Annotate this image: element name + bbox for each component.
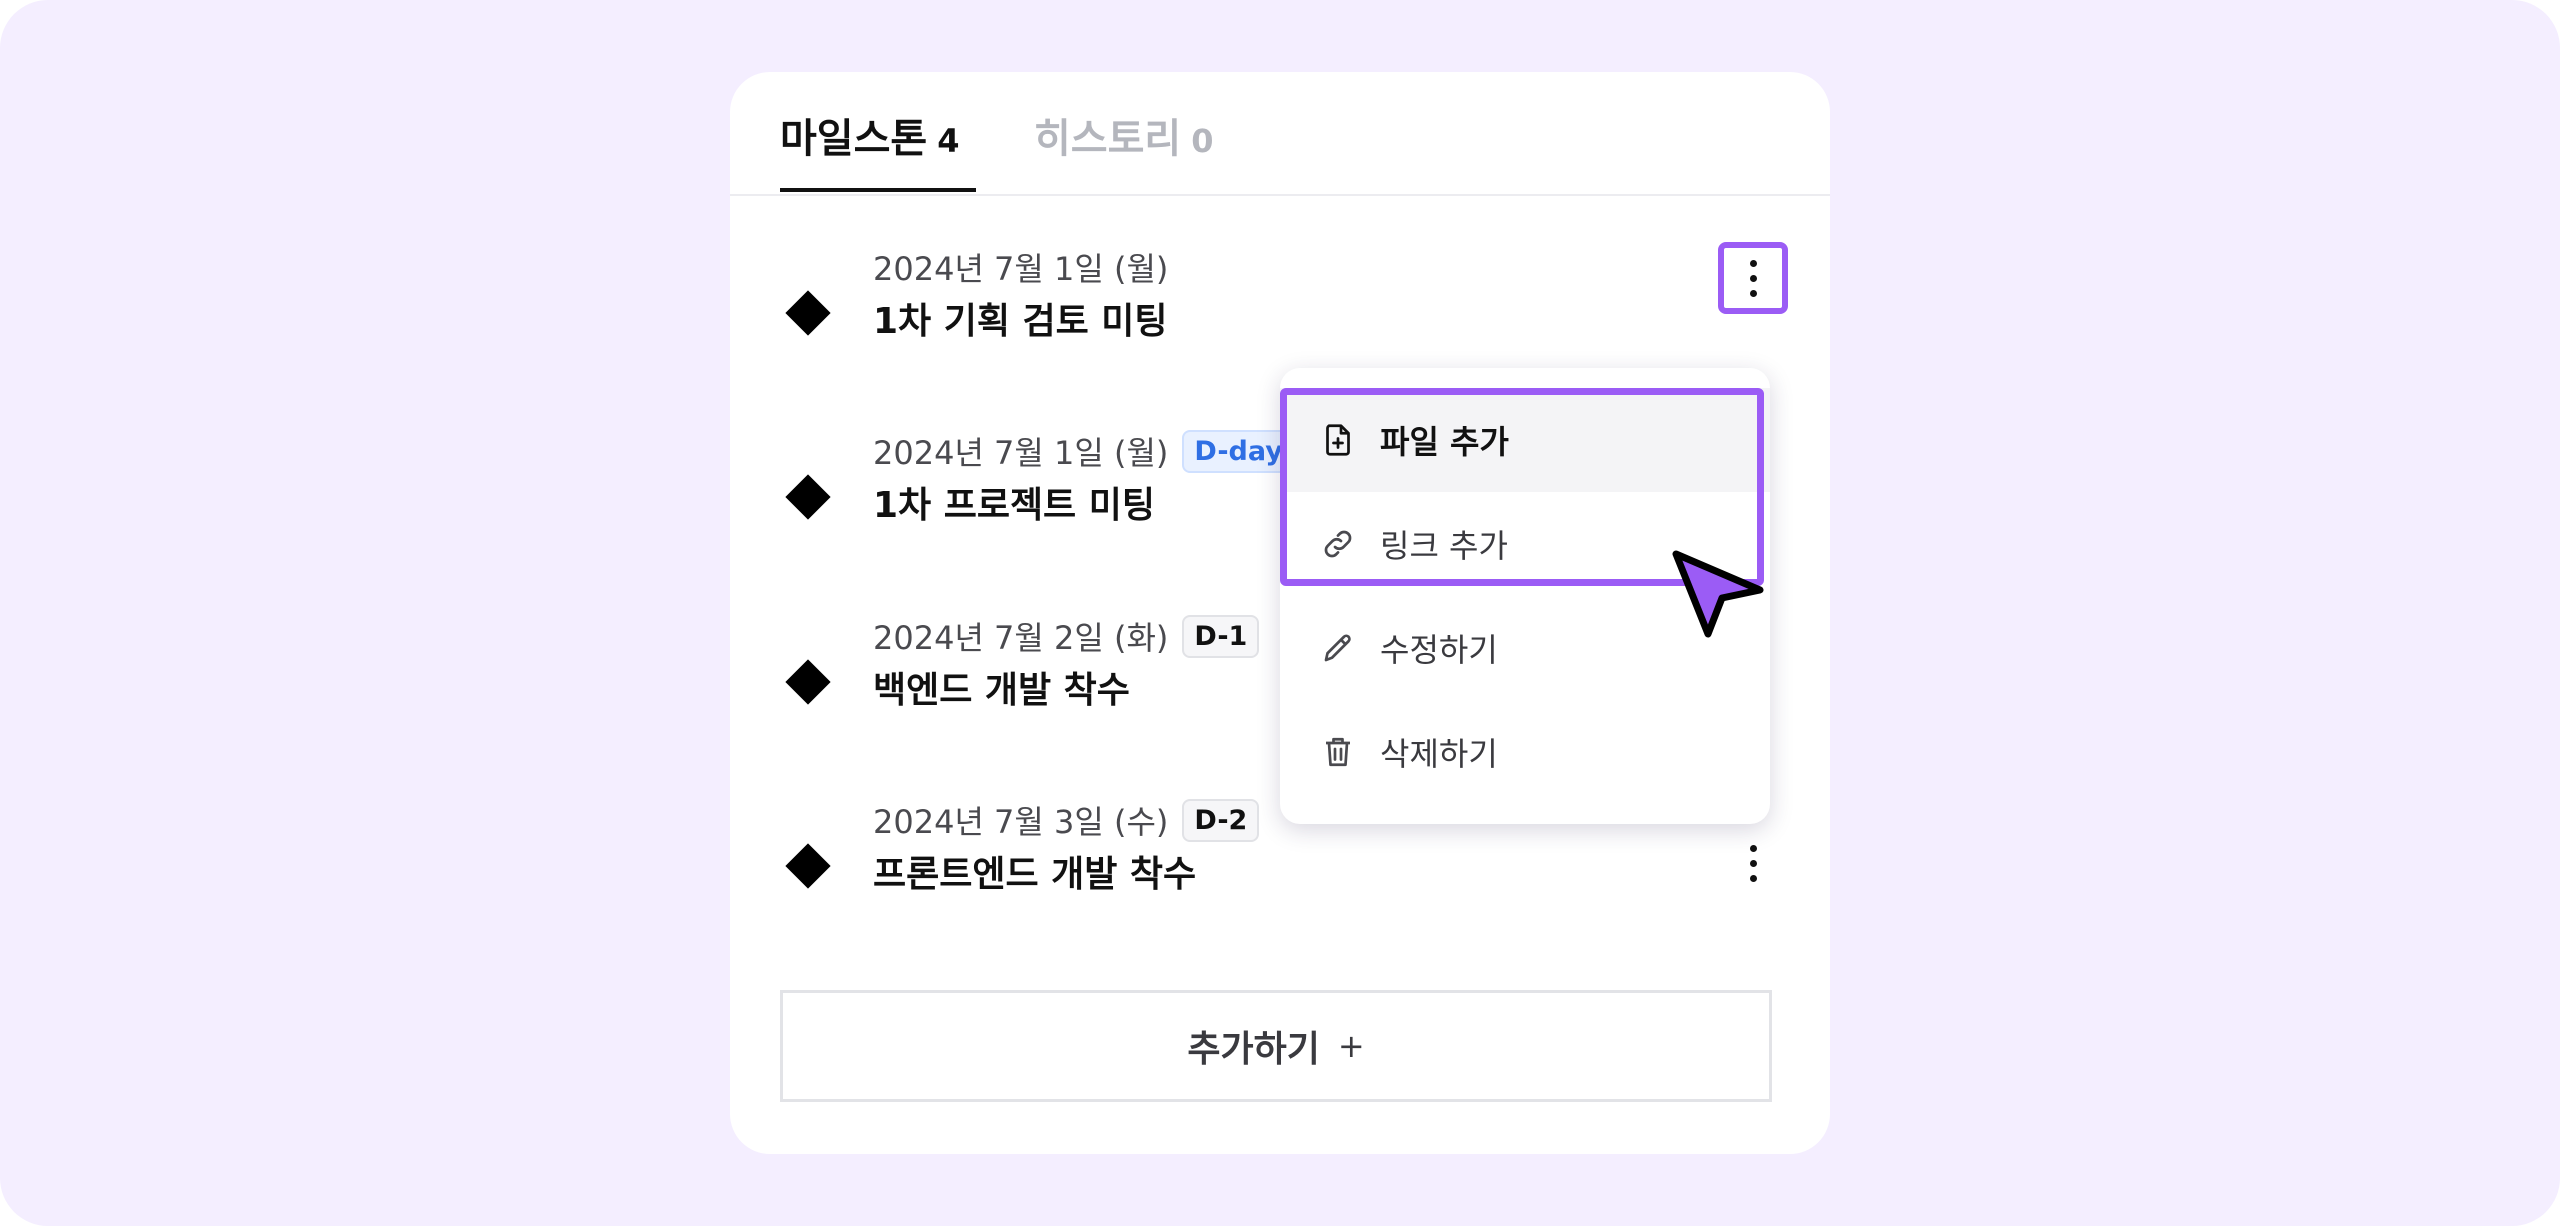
canvas-background: 마일스톤 4 히스토리 0 2024년 7월 1일 (월) 1차 기획 검토 미팅 — [0, 0, 2560, 1226]
tab-milestones[interactable]: 마일스톤 4 — [780, 106, 959, 164]
kebab-dot — [1749, 274, 1757, 282]
menu-item-label: 삭제하기 — [1380, 735, 1498, 773]
tab-label: 마일스톤 — [780, 116, 928, 162]
plus-icon: + — [1337, 1027, 1365, 1065]
milestone-diamond-icon — [785, 290, 831, 336]
dday-badge: D-2 — [1182, 798, 1260, 842]
kebab-dot — [1749, 874, 1757, 882]
menu-item-add-file[interactable]: 파일 추가 — [1280, 388, 1770, 492]
file-plus-icon — [1326, 424, 1350, 456]
menu-item-delete[interactable]: 삭제하기 — [1280, 700, 1770, 804]
active-tab-indicator — [780, 188, 976, 192]
dday-badge: D-1 — [1182, 614, 1260, 658]
milestone-date: 2024년 7월 2일 (화) — [873, 619, 1169, 657]
tab-bar: 마일스톤 4 히스토리 0 — [730, 72, 1830, 196]
menu-item-label: 파일 추가 — [1380, 423, 1509, 461]
kebab-dot — [1749, 859, 1757, 867]
tab-history[interactable]: 히스토리 0 — [1034, 106, 1213, 164]
kebab-dot — [1749, 844, 1757, 852]
kebab-dot — [1749, 259, 1757, 267]
milestone-title: 백엔드 개발 착수 — [873, 670, 1130, 711]
milestone-title: 1차 프로젝트 미팅 — [873, 485, 1155, 526]
milestone-date: 2024년 7월 3일 (수) — [873, 803, 1169, 841]
more-options-button[interactable] — [1718, 242, 1788, 314]
milestone-diamond-icon — [785, 659, 831, 705]
menu-item-label: 링크 추가 — [1380, 527, 1508, 565]
pencil-icon — [1324, 634, 1351, 662]
kebab-dot — [1749, 289, 1757, 297]
milestone-diamond-icon — [785, 474, 831, 520]
add-button-label: 추가하기 — [1187, 1029, 1320, 1070]
milestone-diamond-icon — [785, 843, 831, 889]
trash-icon — [1326, 737, 1350, 767]
menu-item-label: 수정하기 — [1380, 631, 1498, 669]
add-milestone-button[interactable]: 추가하기 + — [780, 990, 1772, 1102]
tab-count: 4 — [937, 122, 960, 160]
milestone-title: 프론트엔드 개발 착수 — [873, 854, 1197, 895]
milestone-title: 1차 기획 검토 미팅 — [873, 301, 1168, 342]
more-options-button[interactable] — [1718, 827, 1788, 899]
cursor-arrow-icon — [1672, 550, 1764, 638]
tab-count: 0 — [1191, 122, 1214, 160]
milestone-date: 2024년 7월 1일 (월) — [873, 250, 1169, 288]
link-icon — [1324, 530, 1352, 558]
milestone-date: 2024년 7월 1일 (월) — [873, 434, 1169, 472]
dday-badge: D-day — [1182, 429, 1295, 473]
tab-label: 히스토리 — [1034, 116, 1182, 162]
